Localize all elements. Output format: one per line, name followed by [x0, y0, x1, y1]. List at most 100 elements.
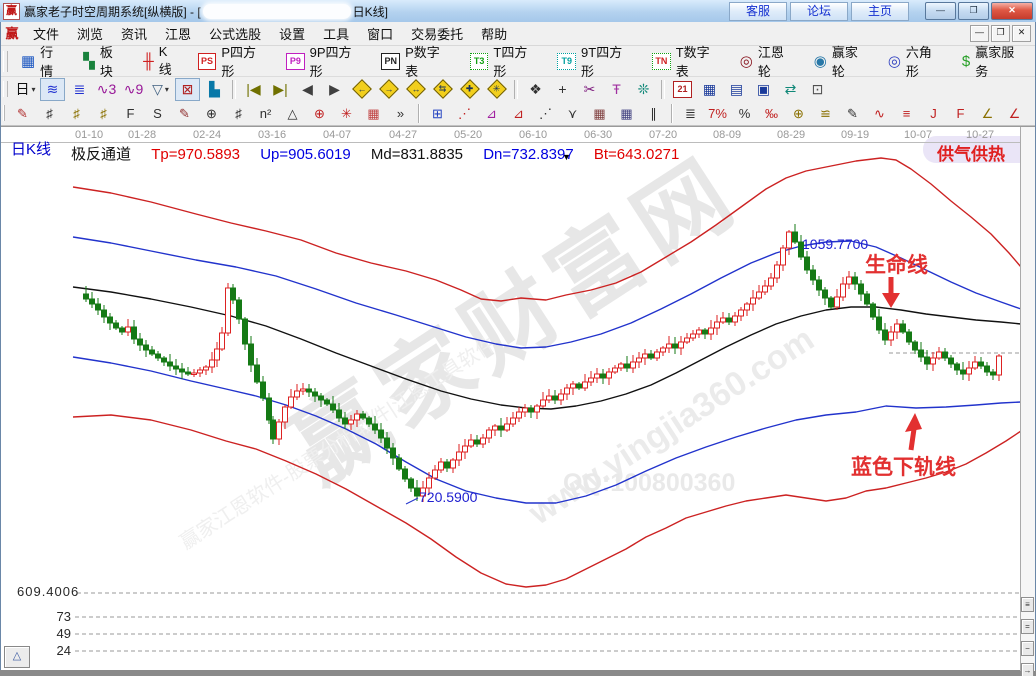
p-number-table-button[interactable]: PNP数字表 [372, 48, 460, 74]
step-chart-9-button[interactable]: ∿9 [121, 78, 146, 101]
doc-minimize-button[interactable]: — [970, 25, 989, 42]
layout-three-rows-button[interactable]: ≡ [1021, 597, 1034, 612]
hexagon-button[interactable]: ◎六角形 [879, 48, 953, 74]
notepad-button[interactable]: ▤ [724, 78, 749, 101]
permille-button[interactable]: ‰ [759, 102, 784, 125]
step-back-button[interactable]: ◀ [295, 78, 320, 101]
gold-price-ruler-button[interactable]: ♯ [91, 102, 116, 125]
expand-horizontal-diamond-button[interactable]: ↔ [403, 78, 428, 101]
spiral-ruler-button[interactable]: S [145, 102, 170, 125]
scale-ruler-button[interactable]: ♯ [226, 102, 251, 125]
quotes-button[interactable]: ▦行情 [12, 48, 74, 74]
gold-ratio-ruler-button[interactable]: ♯ [64, 102, 89, 125]
cross-diamond-button[interactable]: ✚ [457, 78, 482, 101]
bottle-indicator-button[interactable]: ▽▾ [148, 78, 173, 101]
p-square-button[interactable]: PSP四方形 [189, 48, 277, 74]
homepage-button[interactable]: 主页 [851, 2, 909, 21]
minimize-button[interactable]: — [925, 2, 956, 20]
doc-restore-button[interactable]: ❐ [991, 25, 1010, 42]
layout-two-rows-button[interactable]: = [1021, 619, 1034, 634]
sectors-button[interactable]: ▚板块 [74, 48, 134, 74]
gold-circle-button[interactable]: ⊕ [786, 102, 811, 125]
shift-left-diamond-button[interactable]: ← [349, 78, 374, 101]
calendar-button[interactable]: 21 [670, 78, 695, 101]
overlay-garment-button[interactable]: Ŧ [604, 78, 629, 101]
fan-grid-button[interactable]: ⊿ [506, 102, 531, 125]
jump-start-button[interactable]: |◀ [241, 78, 266, 101]
notes-button[interactable]: ≣ [67, 78, 92, 101]
starburst-button[interactable]: ✳ [334, 102, 359, 125]
brain-analyzer-button[interactable]: ❊ [631, 78, 656, 101]
percent-button[interactable]: % [732, 102, 757, 125]
winner-wheel-button[interactable]: ◉赢家轮 [805, 48, 879, 74]
wave-line-button[interactable]: ∿ [867, 102, 892, 125]
pencil-ruler-button[interactable]: ✎ [172, 102, 197, 125]
grid-small-button[interactable]: ▦ [587, 102, 612, 125]
winner-service-button[interactable]: $赢家服务 [953, 48, 1035, 74]
gann-fan-button[interactable]: ⋰ [452, 102, 477, 125]
f-angle-button[interactable]: F [948, 102, 973, 125]
shen-angle-button[interactable]: ∠ [1002, 102, 1027, 125]
forum-button[interactable]: 论坛 [790, 2, 848, 21]
more-tools-chevron-button[interactable]: » [388, 102, 413, 125]
gold-underline-button[interactable]: ≡ [894, 102, 919, 125]
crosshair-button[interactable]: + [550, 78, 575, 101]
menu-gann[interactable]: 江恩 [156, 25, 200, 44]
red-seal-button[interactable]: ⊠ [175, 78, 200, 101]
parallel-lines-button[interactable]: ∥ [641, 102, 666, 125]
pencil-button[interactable]: ✎ [10, 102, 35, 125]
nine-p-square-button[interactable]: P99P四方形 [277, 48, 372, 74]
cycle-circle-button[interactable]: ⊕ [199, 102, 224, 125]
j-angle-button[interactable]: J [921, 102, 946, 125]
volume-profile-button[interactable]: ▙ [202, 78, 227, 101]
box-frame-button[interactable]: ⊞ [425, 102, 450, 125]
indicator-name[interactable]: 极反通道 [71, 146, 131, 163]
restore-button[interactable]: ❐ [958, 2, 989, 20]
zigzag-button[interactable]: ⋎ [560, 102, 585, 125]
pan-hand-button[interactable]: ❖ [523, 78, 548, 101]
grid-box-button[interactable]: ▦ [361, 102, 386, 125]
fibonacci-ruler-button[interactable]: F [118, 102, 143, 125]
kline-period-label[interactable]: 日K线 [11, 138, 51, 159]
t-number-table-button[interactable]: TNT数字表 [643, 48, 731, 74]
time-ruler-button[interactable]: ♯ [37, 102, 62, 125]
kline-button[interactable]: ╫K线 [134, 48, 189, 74]
send-data-button[interactable]: ⇄ [778, 78, 803, 101]
grid-medium-button[interactable]: ▦ [614, 102, 639, 125]
target-crosshair-button[interactable]: ⊕ [307, 102, 332, 125]
gold-line-button[interactable]: ≌ [813, 102, 838, 125]
step-chart-3-button[interactable]: ∿3 [94, 78, 119, 101]
nine-t-square-button[interactable]: T99T四方形 [548, 48, 643, 74]
percent-seven-button[interactable]: 7% [705, 102, 730, 125]
menu-settings[interactable]: 设置 [270, 25, 314, 44]
star-diamond-button[interactable]: ✳ [484, 78, 509, 101]
fan-box-button[interactable]: ⊿ [479, 102, 504, 125]
doc-close-button[interactable]: ✕ [1012, 25, 1031, 42]
curve-draw-button[interactable]: ≋ [40, 78, 65, 101]
n-square-button[interactable]: n² [253, 102, 278, 125]
t-square-button[interactable]: T3T四方形 [461, 48, 549, 74]
save-button[interactable]: ▣ [751, 78, 776, 101]
swap-diamond-button[interactable]: ⇆ [430, 78, 455, 101]
measure-scissors-button[interactable]: ✂ [577, 78, 602, 101]
win-angle-button[interactable]: ∠ [1029, 102, 1036, 125]
pencil-bar-button[interactable]: ✎ [840, 102, 865, 125]
gann-wheel-button[interactable]: ◎江恩轮 [731, 48, 805, 74]
calculator-button[interactable]: ▦ [697, 78, 722, 101]
period-day-button[interactable]: 日▾ [13, 78, 38, 101]
jump-end-button[interactable]: ▶| [268, 78, 293, 101]
scroll-right-button[interactable]: → [1021, 663, 1034, 676]
prism-button[interactable]: △ [280, 102, 305, 125]
dropdown-marker-icon[interactable]: ▼ [562, 152, 571, 162]
price-scale-button[interactable]: ≣ [678, 102, 703, 125]
shift-right-diamond-button[interactable]: → [376, 78, 401, 101]
step-forward-button[interactable]: ▶ [322, 78, 347, 101]
customer-service-button[interactable]: 客服 [729, 2, 787, 21]
kline-chart-svg[interactable] [1, 127, 1035, 671]
close-button[interactable]: ✕ [991, 2, 1033, 20]
gold-angle-button[interactable]: ∠ [975, 102, 1000, 125]
layout-one-row-button[interactable]: − [1021, 641, 1034, 656]
menu-window[interactable]: 窗口 [358, 25, 402, 44]
expand-panel-button[interactable]: △ [4, 646, 30, 668]
angle-lines-button[interactable]: ⋰ [533, 102, 558, 125]
